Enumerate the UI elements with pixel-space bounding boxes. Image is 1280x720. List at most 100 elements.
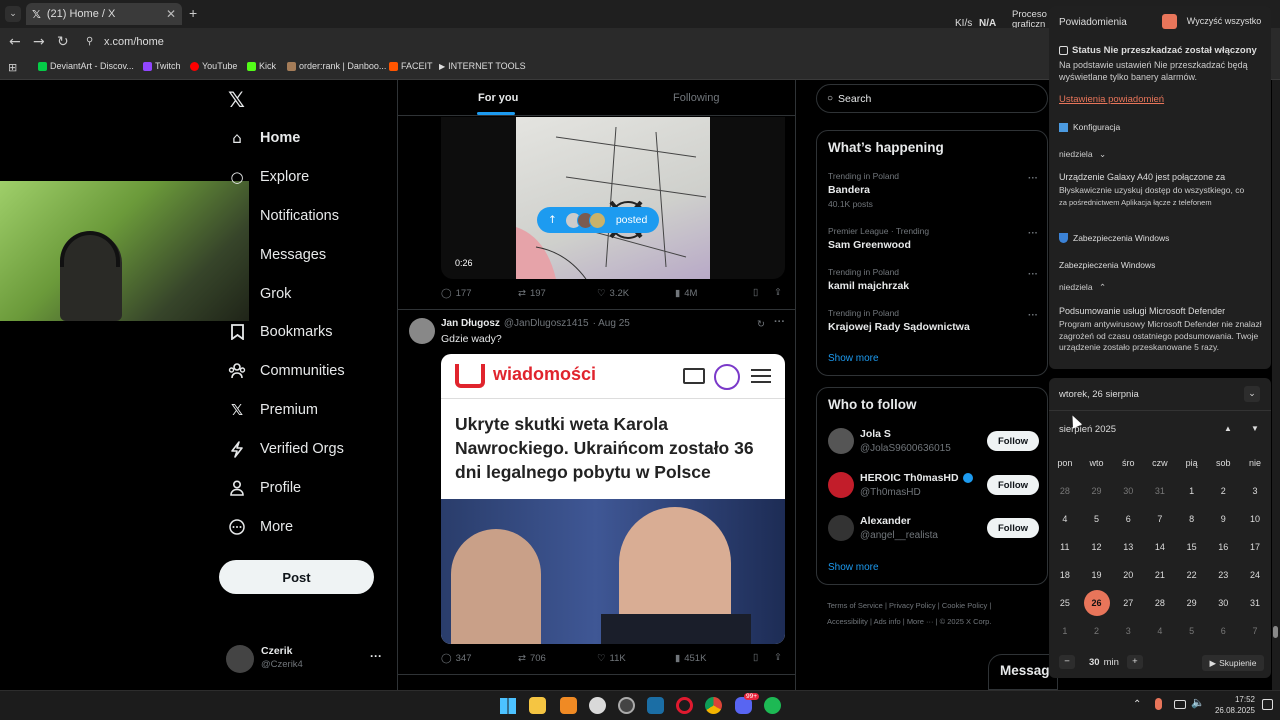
video-player[interactable]: 0:26	[441, 117, 785, 279]
trend-more-icon[interactable]: ···	[1028, 310, 1038, 321]
calendar-day[interactable]: 11	[1049, 542, 1081, 552]
microphone-icon[interactable]	[1155, 698, 1162, 710]
back-arrow-icon[interactable]: ←	[9, 34, 21, 50]
footer-terms[interactable]: Terms of Service	[827, 601, 883, 610]
share-icon[interactable]: ⇪	[774, 652, 782, 663]
obs-icon[interactable]	[618, 697, 635, 714]
calendar-day[interactable]: 19	[1081, 570, 1113, 580]
like-button[interactable]: ♡ 3.2K	[597, 288, 629, 299]
spotify-icon[interactable]	[764, 697, 781, 714]
avatar[interactable]	[409, 318, 435, 344]
calendar-day[interactable]: 21	[1144, 570, 1176, 580]
next-month-icon[interactable]: ▼	[1251, 424, 1259, 433]
focus-start-button[interactable]: ▶ Skupienie	[1202, 655, 1264, 671]
apps-grid-icon[interactable]: ⊞	[8, 61, 17, 74]
trend-more-icon[interactable]: ···	[1028, 173, 1038, 184]
post-handle[interactable]: @JanDlugosz1415	[504, 318, 589, 329]
reload-icon[interactable]: ↻	[57, 34, 69, 50]
focus-decrease-button[interactable]: −	[1059, 655, 1075, 669]
calendar-day[interactable]: 20	[1112, 570, 1144, 580]
tab-following[interactable]: Following	[673, 92, 719, 104]
calendar-day[interactable]: 4	[1049, 514, 1081, 524]
calendar-day[interactable]: 26	[1081, 590, 1113, 616]
bookmark-danbooru[interactable]: order:rank | Danboo...	[287, 61, 386, 71]
device-notification[interactable]: Urządzenie Galaxy A40 jest połączone za …	[1059, 172, 1267, 207]
windows-start-icon[interactable]	[500, 698, 516, 714]
prev-month-icon[interactable]: ▲	[1224, 424, 1232, 433]
repost-button[interactable]: ⇄ 706	[518, 653, 546, 664]
nav-verified-orgs[interactable]: Verified Orgs	[228, 440, 344, 458]
reply-button[interactable]: ◯ 177	[441, 288, 472, 299]
clear-all-button[interactable]: Wyczyść wszystko	[1183, 16, 1265, 30]
repost-button[interactable]: ⇄ 197	[518, 288, 546, 299]
new-posts-pill[interactable]: ↑ posted	[537, 207, 659, 233]
close-tab-icon[interactable]: ✕	[166, 7, 176, 21]
trend-item[interactable]: Premier League · Trending Sam Greenwood …	[828, 226, 1038, 251]
x-logo-icon[interactable]: 𝕏	[228, 88, 245, 112]
calendar-day[interactable]: 31	[1239, 598, 1271, 608]
calendar-day[interactable]: 3	[1239, 486, 1271, 496]
calendar-day[interactable]: 27	[1112, 598, 1144, 608]
page-scrollbar[interactable]	[1272, 80, 1280, 690]
nav-explore[interactable]: ○ Explore	[228, 168, 309, 186]
calendar-day[interactable]: 15	[1176, 542, 1208, 552]
calendar-day[interactable]: 13	[1112, 542, 1144, 552]
calendar-day[interactable]: 30	[1207, 598, 1239, 608]
reply-button[interactable]: ◯ 347	[441, 653, 472, 664]
calendar-day[interactable]: 1	[1049, 626, 1081, 636]
footer-ads[interactable]: Ads info	[874, 617, 901, 626]
calendar-day[interactable]: 25	[1049, 598, 1081, 608]
notification-settings-link[interactable]: Ustawienia powiadomień	[1059, 94, 1164, 105]
bookmark-twitch[interactable]: Twitch	[143, 61, 181, 71]
bookmark-kick[interactable]: Kick	[247, 61, 276, 71]
calendar-day[interactable]: 2	[1207, 486, 1239, 496]
news-card-image[interactable]: wiadomości Ukryte skutki weta Karola Naw…	[441, 354, 785, 644]
calendar-day[interactable]: 28	[1049, 486, 1081, 496]
address-bar[interactable]: ⚲ x.com/home	[80, 32, 950, 52]
trend-item[interactable]: Trending in Poland Krajowej Rady Sądowni…	[828, 308, 1038, 333]
nav-premium[interactable]: 𝕏 Premium	[228, 401, 318, 419]
nav-notifications[interactable]: Notifications	[228, 207, 339, 225]
suggestion-name[interactable]: HEROIC Th0masHD	[860, 472, 959, 484]
calendar-month[interactable]: sierpień 2025	[1059, 424, 1116, 435]
calendar-day[interactable]: 31	[1144, 486, 1176, 496]
avatar[interactable]	[828, 428, 854, 454]
trend-item[interactable]: Trending in Poland Bandera 40.1K posts ·…	[828, 171, 1038, 209]
bookmark-post-icon[interactable]: ▯	[753, 652, 758, 663]
footer-cookie[interactable]: Cookie Policy	[942, 601, 987, 610]
avatar[interactable]	[828, 472, 854, 498]
calendar-day[interactable]: 6	[1112, 514, 1144, 524]
trends-show-more[interactable]: Show more	[828, 353, 879, 364]
security-group-header[interactable]: Zabezpieczenia Windows	[1059, 233, 1169, 243]
wtf-show-more[interactable]: Show more	[828, 562, 879, 573]
nav-home[interactable]: ⌂ Home	[228, 129, 300, 147]
calendar-day[interactable]: 22	[1176, 570, 1208, 580]
search-input[interactable]: ○ Search	[816, 84, 1048, 113]
focus-increase-button[interactable]: +	[1126, 655, 1143, 669]
calendar-day[interactable]: 10	[1239, 514, 1271, 524]
calendar-day[interactable]: 3	[1112, 626, 1144, 636]
grok-post-icon[interactable]: ↻	[757, 319, 765, 330]
calendar-day[interactable]: 29	[1081, 486, 1113, 496]
calendar-day[interactable]: 2	[1081, 626, 1113, 636]
calendar-day[interactable]: 7	[1239, 626, 1271, 636]
trend-more-icon[interactable]: ···	[1028, 269, 1038, 280]
bookmark-youtube[interactable]: YouTube	[190, 61, 237, 71]
nav-grok[interactable]: Grok	[228, 285, 291, 303]
calendar-day[interactable]: 5	[1176, 626, 1208, 636]
vlc-icon[interactable]	[560, 697, 577, 714]
post-author[interactable]: Jan Długosz	[441, 318, 500, 329]
bookmark-faceit[interactable]: FACEIT	[389, 61, 433, 71]
calendar-day[interactable]: 7	[1144, 514, 1176, 524]
calendar-day[interactable]: 23	[1207, 570, 1239, 580]
nav-profile[interactable]: Profile	[228, 479, 301, 497]
footer-accessibility[interactable]: Accessibility	[827, 617, 868, 626]
calendar-day[interactable]: 14	[1144, 542, 1176, 552]
calendar-day[interactable]: 29	[1176, 598, 1208, 608]
day-group-header[interactable]: niedziela ⌄	[1059, 149, 1106, 160]
scrollbar-thumb[interactable]	[1273, 626, 1278, 638]
calendar-selected-day[interactable]: 26	[1083, 590, 1110, 616]
app-icon[interactable]	[589, 697, 606, 714]
share-icon[interactable]: ⇪	[774, 287, 782, 298]
nav-communities[interactable]: Communities	[228, 362, 345, 380]
